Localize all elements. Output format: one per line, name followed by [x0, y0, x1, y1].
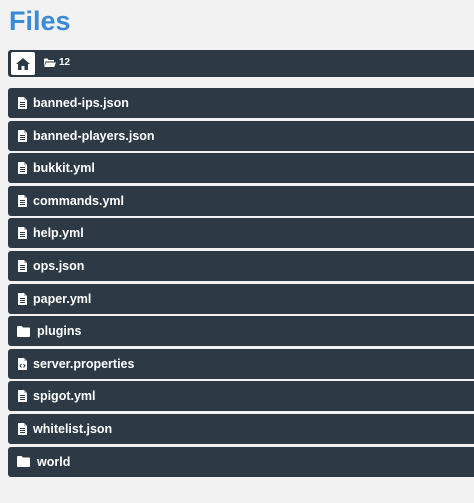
folder-icon — [17, 325, 30, 337]
file-row[interactable]: spigot.yml — [8, 381, 474, 412]
file-text-icon — [16, 194, 28, 207]
file-name: bukkit.yml — [33, 161, 95, 176]
file-row[interactable]: whitelist.json — [8, 413, 474, 444]
toolbar: 12 — [8, 50, 474, 77]
file-name: spigot.yml — [33, 389, 96, 404]
file-row[interactable]: banned-players.json — [8, 120, 474, 151]
file-text-icon — [16, 227, 28, 240]
file-row[interactable]: server.properties — [8, 348, 474, 379]
file-name: banned-ips.json — [33, 96, 129, 110]
page-title: Files — [9, 6, 71, 36]
file-name: banned-players.json — [33, 128, 155, 143]
file-name: server.properties — [33, 356, 135, 371]
file-text-icon — [16, 390, 28, 403]
file-row[interactable]: banned-ips.json — [8, 88, 474, 118]
file-text-icon — [16, 162, 28, 175]
file-name: whitelist.json — [33, 421, 113, 436]
file-text-icon — [16, 292, 28, 305]
item-count: 12 — [59, 57, 71, 68]
folder-row[interactable]: world — [8, 446, 474, 477]
item-count-badge: 12 — [44, 57, 70, 68]
folder-icon — [17, 456, 30, 468]
file-name: commands.yml — [33, 193, 125, 208]
folder-open-icon — [44, 58, 56, 67]
file-text-icon — [16, 422, 28, 435]
file-code-icon — [16, 357, 28, 370]
file-name: paper.yml — [33, 291, 92, 306]
folder-name: world — [37, 454, 71, 469]
file-text-icon — [16, 97, 28, 109]
file-list: banned-ips.json banned-players.json bukkit… — [8, 88, 474, 479]
file-text-icon — [16, 129, 28, 142]
file-row[interactable]: ops.json — [8, 250, 474, 281]
file-row[interactable]: bukkit.yml — [8, 153, 474, 184]
file-name: help.yml — [33, 226, 84, 241]
file-row[interactable]: commands.yml — [8, 185, 474, 216]
file-text-icon — [16, 259, 28, 272]
file-row[interactable]: paper.yml — [8, 283, 474, 314]
home-icon — [16, 57, 30, 70]
folder-row[interactable]: plugins — [8, 316, 474, 347]
file-name: ops.json — [33, 258, 85, 273]
folder-name: plugins — [37, 324, 82, 339]
home-button[interactable] — [11, 52, 35, 75]
file-row[interactable]: help.yml — [8, 218, 474, 249]
